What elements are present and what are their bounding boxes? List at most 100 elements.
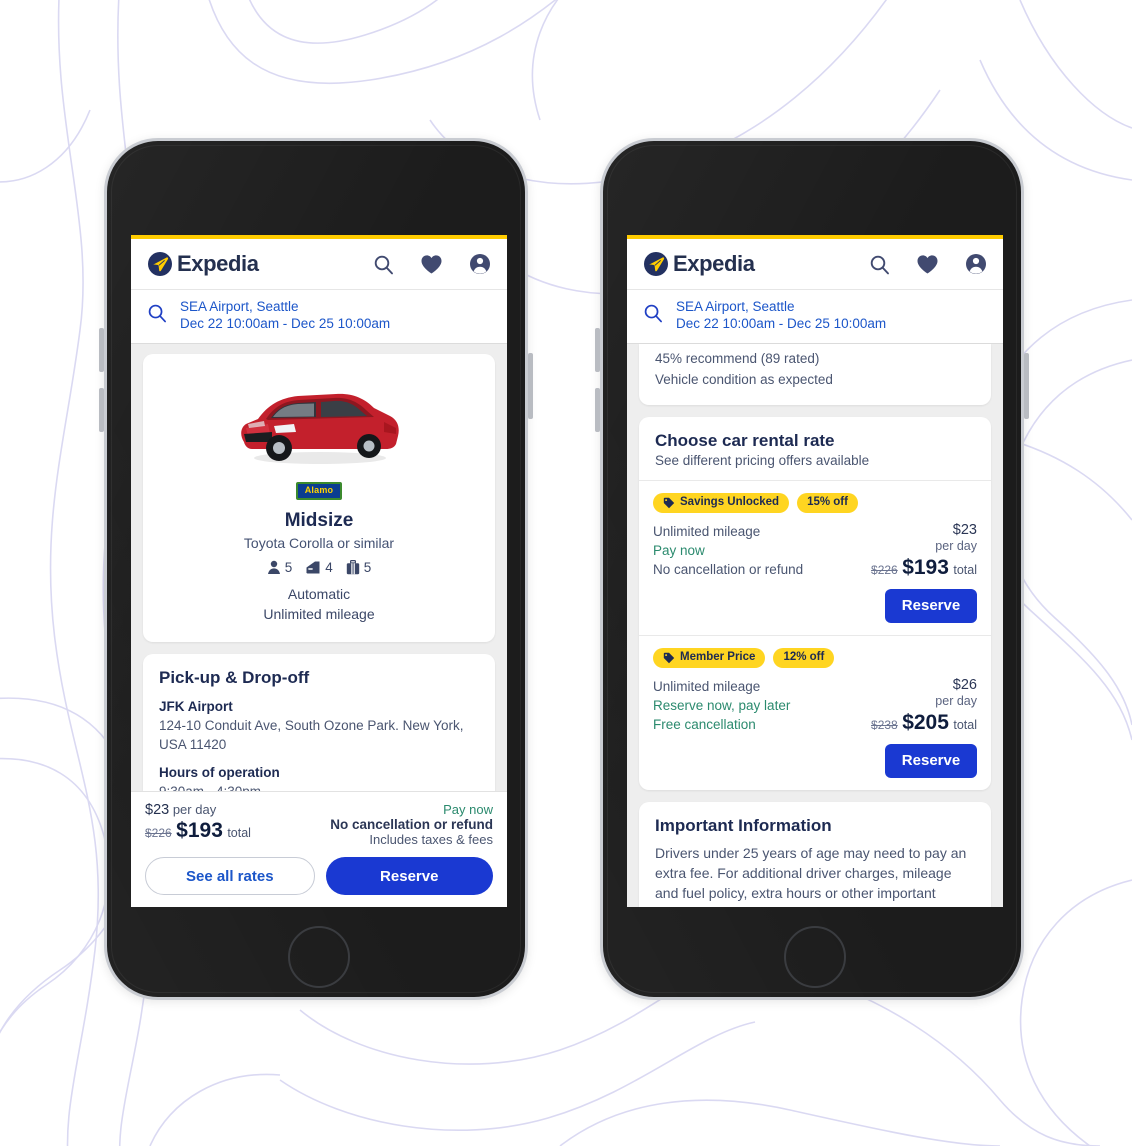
passengers-icon: [267, 560, 280, 574]
volume-up-button[interactable]: [99, 328, 104, 372]
rate-option-row[interactable]: Member Price 12% off Unlimited mileage R…: [639, 636, 991, 790]
hours-label: Hours of operation: [159, 765, 280, 781]
car-class-title: Midsize: [284, 509, 354, 531]
spec-luggage: 5: [346, 559, 371, 575]
vendor-logo-alamo: Alamo: [295, 481, 343, 500]
search-summary-bar[interactable]: SEA Airport, Seattle Dec 22 10:00am - De…: [131, 290, 507, 344]
rate-total-now: $205: [902, 710, 949, 734]
expedia-wordmark: Expedia: [673, 251, 755, 276]
expedia-plane-logo-icon: [644, 252, 668, 276]
rate-discount-badge: 12% off: [773, 648, 835, 668]
heart-icon[interactable]: [916, 254, 939, 275]
car-model-subtitle: Toyota Corolla or similar: [243, 534, 395, 551]
search-dates: Dec 22 10:00am - Dec 25 10:00am: [180, 316, 391, 332]
bb-pay-now: Pay now: [443, 802, 493, 817]
rate-tag-label: Member Price: [680, 651, 756, 664]
reviews-card: Reviews 45% recommend (89 rated) Vehicle…: [639, 343, 991, 405]
expedia-logo[interactable]: Expedia: [147, 251, 259, 277]
bb-cancellation: No cancellation or refund: [330, 817, 493, 832]
important-information-card: Important Information Drivers under 25 y…: [639, 801, 991, 907]
bb-total-now: $193: [176, 819, 223, 842]
doors-icon: [306, 561, 320, 574]
car-photo: [241, 393, 399, 464]
bb-taxes: Includes taxes & fees: [369, 832, 493, 847]
luggage-icon: [346, 559, 359, 574]
pickup-address: 124-10 Conduit Ave, South Ozone Park. Ne…: [159, 718, 464, 753]
rate-total-label: total: [953, 717, 977, 732]
rate-tag-label: Savings Unlocked: [680, 496, 780, 509]
app-header: Expedia: [627, 239, 1003, 290]
search-icon: [147, 303, 167, 328]
rate-reserve-button[interactable]: Reserve: [885, 743, 977, 778]
car-summary-card: Alamo Midsize Toyota Corolla or similar …: [143, 353, 495, 643]
car-specs-row: 5 4 5: [153, 560, 485, 575]
phone-right: Expedia SEA Airport, Seattle Dec 22 10:0…: [595, 138, 1029, 1000]
search-icon[interactable]: [373, 254, 394, 275]
rules-and-restrictions-link[interactable]: Rules and restrictions: [764, 904, 899, 907]
rate-per-day-amount: $23: [952, 521, 977, 538]
rate-per-day-label: per day: [935, 693, 977, 708]
price-tag-icon: [663, 497, 675, 509]
bb-per-day-label: per day: [172, 802, 217, 817]
search-summary-bar[interactable]: SEA Airport, Seattle Dec 22 10:00am - De…: [627, 290, 1003, 344]
phone-left-screen: Expedia SEA Airport, Seattle Dec 22 10:0…: [131, 235, 507, 907]
rate-discount-badge: 15% off: [797, 493, 858, 513]
search-icon: [643, 303, 663, 328]
volume-up-button[interactable]: [595, 328, 600, 372]
rate-feature-mileage: Unlimited mileage: [653, 523, 761, 539]
price-tag-icon: [663, 652, 675, 664]
spec-doors-value: 4: [325, 559, 333, 575]
rate-option-row[interactable]: Savings Unlocked 15% off Unlimited milea…: [639, 481, 991, 636]
rate-reserve-button[interactable]: Reserve: [885, 588, 977, 623]
rate-total-now: $193: [902, 555, 949, 579]
reserve-button[interactable]: Reserve: [325, 857, 493, 895]
search-icon[interactable]: [869, 254, 890, 275]
reviews-condition: Vehicle condition as expected: [655, 371, 833, 387]
rate-tag-badge: Member Price: [653, 647, 766, 668]
pickup-place: JFK Airport: [159, 699, 233, 715]
volume-down-button[interactable]: [595, 388, 600, 432]
heart-icon[interactable]: [420, 254, 443, 275]
rate-per-day-label: per day: [935, 538, 977, 553]
account-icon[interactable]: [469, 253, 491, 275]
bb-per-day-amount: $23: [145, 802, 170, 818]
rate-feature-payment: Reserve now, pay later: [653, 697, 791, 713]
app-header: Expedia: [131, 239, 507, 290]
right-scroll-area[interactable]: Reviews 45% recommend (89 rated) Vehicle…: [627, 343, 1003, 907]
power-button[interactable]: [528, 353, 533, 419]
search-location: SEA Airport, Seattle: [676, 299, 795, 314]
see-all-rates-button[interactable]: See all rates: [145, 857, 315, 895]
expedia-plane-logo-icon: [148, 252, 172, 276]
pickup-title: Pick-up & Drop-off: [159, 668, 310, 688]
reviews-recommend: 45% recommend (89 rated): [655, 350, 820, 366]
spec-doors: 4: [305, 560, 333, 575]
left-scroll-area[interactable]: Alamo Midsize Toyota Corolla or similar …: [131, 343, 507, 867]
account-icon[interactable]: [965, 253, 987, 275]
phone-right-screen: Expedia SEA Airport, Seattle Dec 22 10:0…: [627, 235, 1003, 907]
phone-left: Expedia SEA Airport, Seattle Dec 22 10:0…: [99, 138, 533, 1000]
volume-down-button[interactable]: [99, 388, 104, 432]
home-button[interactable]: [784, 926, 846, 988]
rate-total-was: $226: [871, 562, 898, 577]
rate-per-day-amount: $26: [952, 676, 977, 693]
home-button[interactable]: [288, 926, 350, 988]
bb-total-label: total: [227, 826, 251, 840]
screenshot-canvas: Expedia SEA Airport, Seattle Dec 22 10:0…: [0, 0, 1132, 1146]
important-body: Drivers under 25 years of age may need t…: [655, 844, 975, 907]
expedia-logo[interactable]: Expedia: [643, 251, 755, 277]
search-dates: Dec 22 10:00am - Dec 25 10:00am: [676, 316, 887, 332]
expedia-wordmark: Expedia: [177, 251, 259, 276]
car-transmission: Automatic: [287, 585, 351, 602]
rate-feature-mileage: Unlimited mileage: [653, 678, 761, 694]
rate-feature-cancellation: No cancellation or refund: [653, 561, 804, 577]
power-button[interactable]: [1024, 353, 1029, 419]
important-body-text: Drivers under 25 years of age may need t…: [655, 844, 967, 907]
car-mileage: Unlimited mileage: [263, 605, 375, 622]
rate-feature-payment: Pay now: [653, 542, 705, 558]
rate-total-was: $238: [871, 717, 898, 732]
rates-card: Choose car rental rate See different pri…: [639, 416, 991, 790]
rate-total-label: total: [953, 562, 977, 577]
booking-bottom-bar: $23 per day $226 $193 total Pay now No c…: [131, 791, 507, 907]
rate-feature-cancellation: Free cancellation: [653, 716, 756, 732]
important-title: Important Information: [655, 815, 832, 835]
